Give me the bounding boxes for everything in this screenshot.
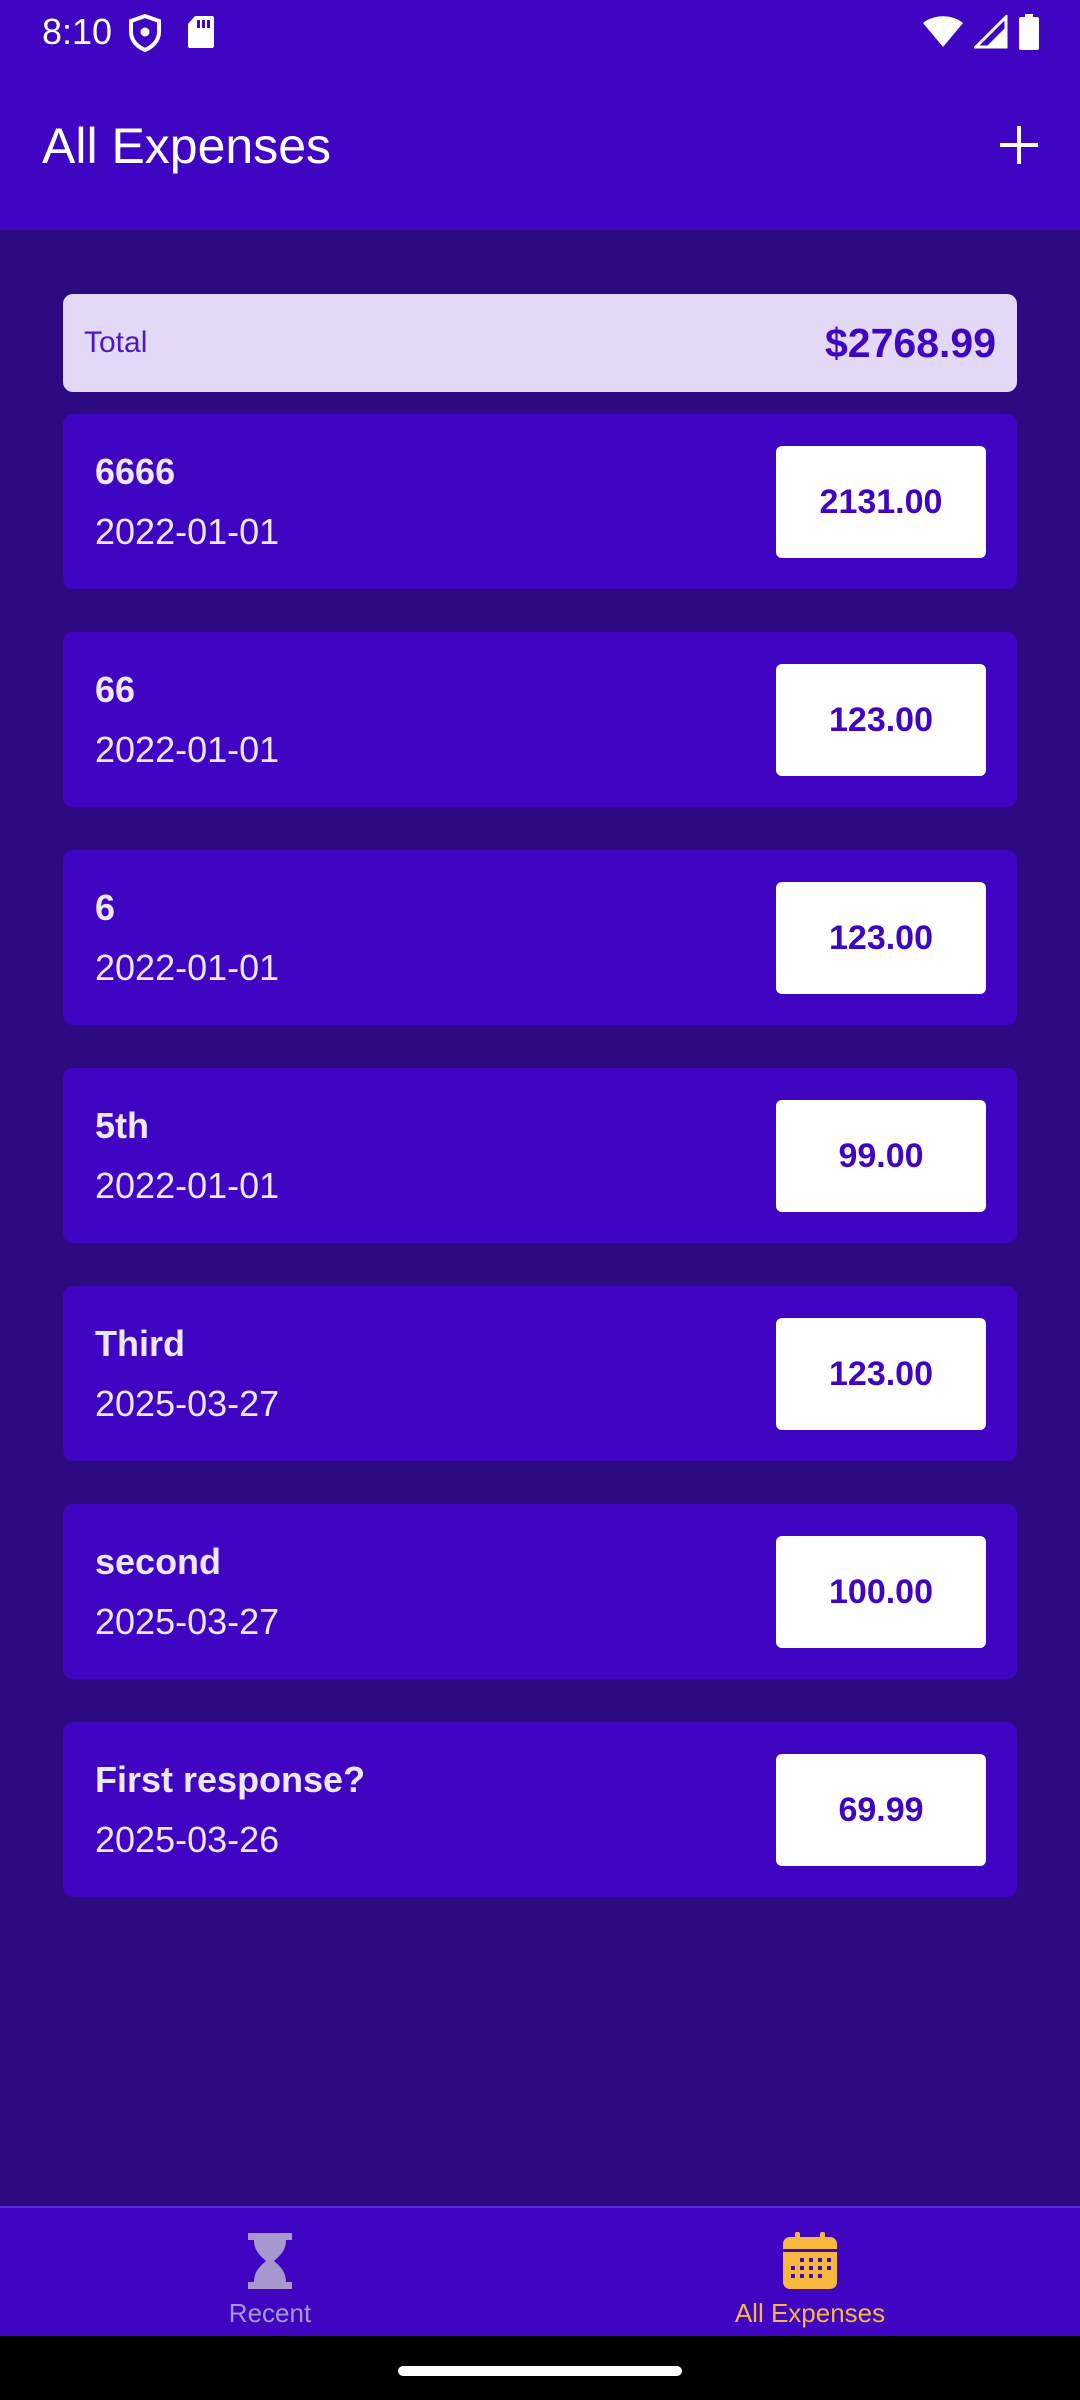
status-right-icons xyxy=(922,14,1040,50)
signal-icon xyxy=(974,15,1008,49)
expense-amount: 2131.00 xyxy=(776,446,986,558)
wifi-icon xyxy=(923,16,963,47)
expense-amount: 123.00 xyxy=(776,882,986,994)
expense-item[interactable]: 6 2022-01-01 123.00 xyxy=(63,850,1017,1025)
expenses-content: Total $2768.99 6666 2022-01-01 2131.00 6… xyxy=(0,230,1080,2206)
status-bar: 8:10 xyxy=(0,0,1080,64)
expense-amount: 100.00 xyxy=(776,1536,986,1648)
home-gesture-handle[interactable] xyxy=(398,2366,682,2376)
expense-date: 2022-01-01 xyxy=(95,729,280,770)
calendar-icon xyxy=(783,2232,837,2289)
expense-item[interactable]: First response? 2025-03-26 69.99 xyxy=(63,1722,1017,1897)
expense-amount: 69.99 xyxy=(776,1754,986,1866)
expense-date: 2025-03-26 xyxy=(95,1819,280,1860)
tab-all-expenses-label: All Expenses xyxy=(734,2298,886,2328)
shield-icon xyxy=(129,14,161,52)
tab-recent[interactable]: Recent xyxy=(0,2208,540,2336)
total-value: $2768.99 xyxy=(824,320,996,366)
sd-card-icon xyxy=(188,16,214,48)
total-label: Total xyxy=(84,326,148,359)
tab-recent-label: Recent xyxy=(228,2298,312,2328)
expense-amount: 99.00 xyxy=(776,1100,986,1212)
expense-date: 2025-03-27 xyxy=(95,1383,280,1424)
expense-title: 66 xyxy=(95,669,136,710)
expense-date: 2022-01-01 xyxy=(95,947,280,988)
page-title: All Expenses xyxy=(42,118,332,174)
expense-date: 2022-01-01 xyxy=(95,1165,280,1206)
expense-item[interactable]: 6666 2022-01-01 2131.00 xyxy=(63,414,1017,589)
expense-title: second xyxy=(95,1541,222,1582)
expense-title: 5th xyxy=(95,1105,149,1146)
app-bar: All Expenses xyxy=(0,64,1080,230)
expense-amount: 123.00 xyxy=(776,1318,986,1430)
bottom-navigation: Recent All Expenses xyxy=(0,2206,1080,2336)
expense-item[interactable]: 66 2022-01-01 123.00 xyxy=(63,632,1017,807)
status-time: 8:10 xyxy=(42,11,113,52)
expense-date: 2022-01-01 xyxy=(95,511,280,552)
expense-date: 2025-03-27 xyxy=(95,1601,280,1642)
expense-title: Third xyxy=(95,1323,185,1364)
expense-item[interactable]: Third 2025-03-27 123.00 xyxy=(63,1286,1017,1461)
expense-title: 6 xyxy=(95,887,116,928)
tab-all-expenses[interactable]: All Expenses xyxy=(540,2208,1080,2336)
expense-title: 6666 xyxy=(95,451,176,492)
expense-item[interactable]: second 2025-03-27 100.00 xyxy=(63,1504,1017,1679)
total-summary-card: Total $2768.99 xyxy=(63,294,1017,392)
gesture-navigation-bar xyxy=(0,2336,1080,2400)
hourglass-icon xyxy=(248,2233,292,2289)
expense-list: 6666 2022-01-01 2131.00 66 2022-01-01 12… xyxy=(63,414,1017,1940)
plus-icon[interactable] xyxy=(992,118,1046,172)
expense-title: First response? xyxy=(95,1759,366,1800)
battery-icon xyxy=(1019,14,1039,50)
expense-item[interactable]: 5th 2022-01-01 99.00 xyxy=(63,1068,1017,1243)
expense-amount: 123.00 xyxy=(776,664,986,776)
